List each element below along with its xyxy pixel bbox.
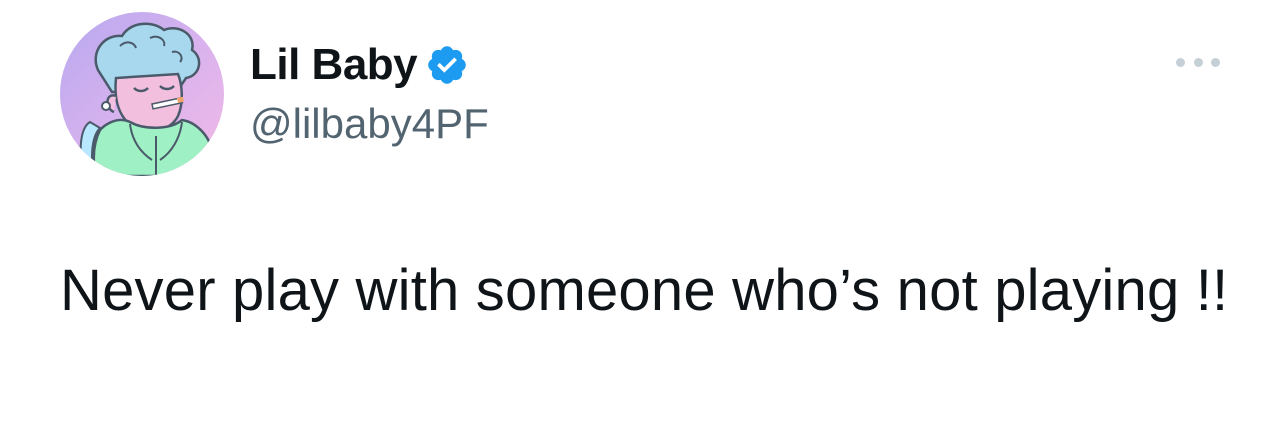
avatar[interactable] xyxy=(60,12,224,176)
author-handle[interactable]: @lilbaby4PF xyxy=(250,100,489,148)
avatar-illustration xyxy=(60,12,224,176)
verified-badge-icon xyxy=(425,43,469,87)
tweet-text: Never play with someone who’s not playin… xyxy=(60,258,1229,323)
author-name-row: Lil Baby xyxy=(250,40,469,90)
more-dot xyxy=(1176,57,1185,67)
author-display-name[interactable]: Lil Baby xyxy=(250,40,418,90)
tweet-card: Lil Baby @lilbaby4PF Never play with som… xyxy=(0,0,1284,427)
more-horizontal-icon[interactable] xyxy=(1176,52,1220,72)
more-dot xyxy=(1193,57,1203,67)
more-dot xyxy=(1211,57,1220,67)
